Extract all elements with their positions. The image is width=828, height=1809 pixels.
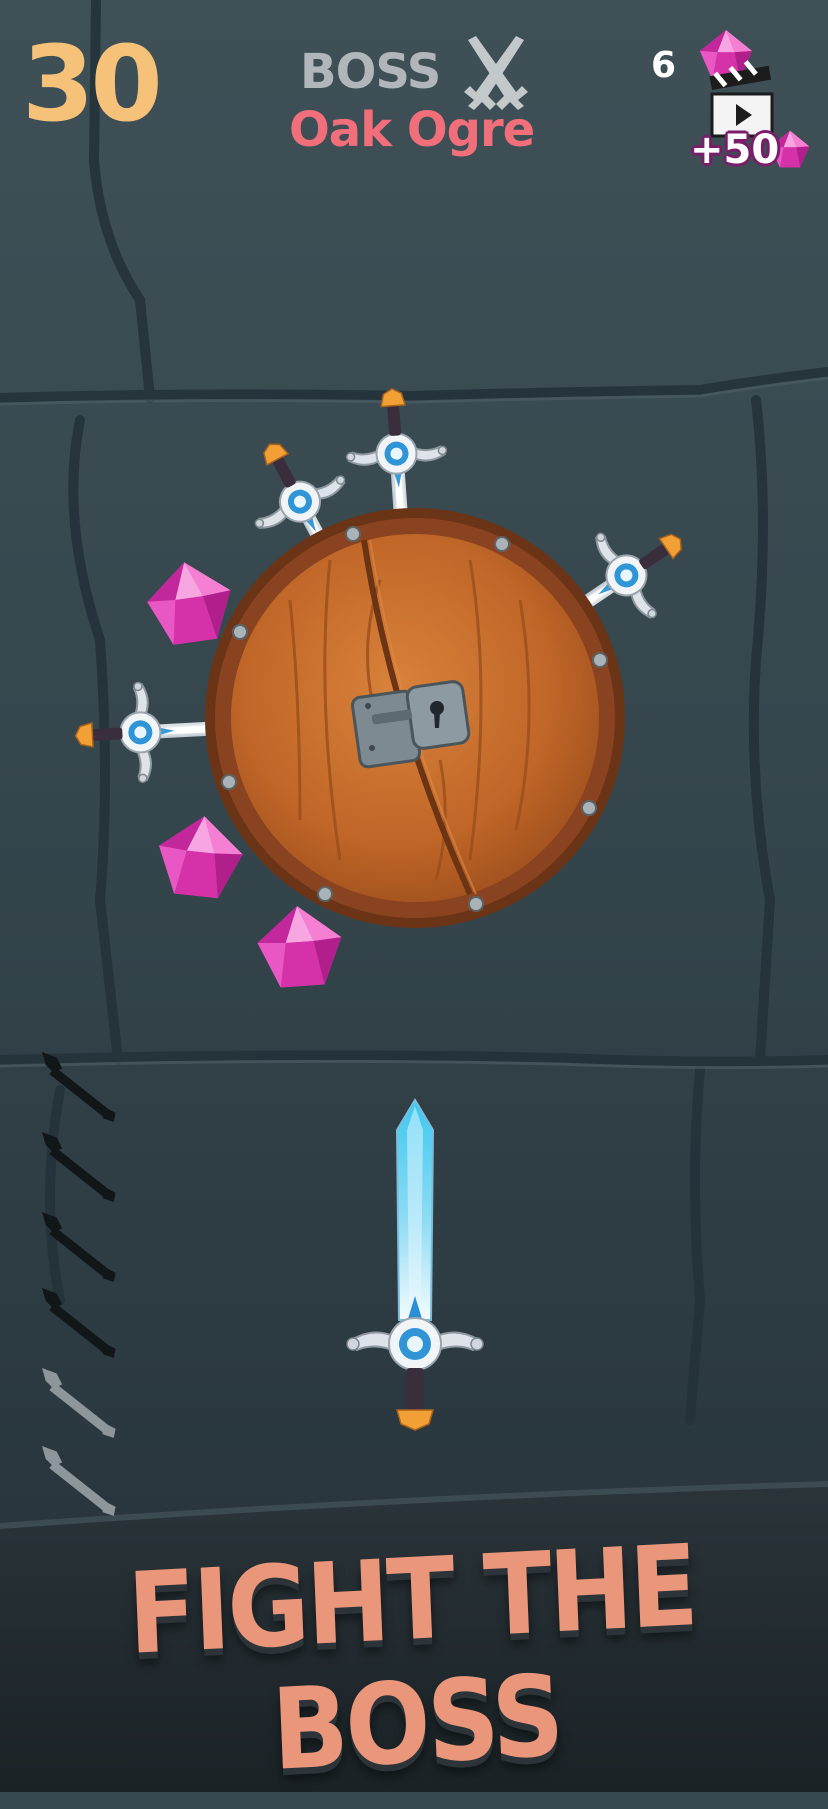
boss-label: BOSS: [300, 44, 441, 100]
fight-the-boss-banner: FIGHT THE BOSS: [125, 1520, 698, 1796]
gem-count: 6: [651, 45, 677, 86]
video-reward-label[interactable]: +50: [690, 128, 779, 172]
boss-name: Oak Ogre: [289, 102, 535, 158]
score-counter: 30: [22, 23, 163, 145]
wooden-target[interactable]: [205, 508, 625, 928]
